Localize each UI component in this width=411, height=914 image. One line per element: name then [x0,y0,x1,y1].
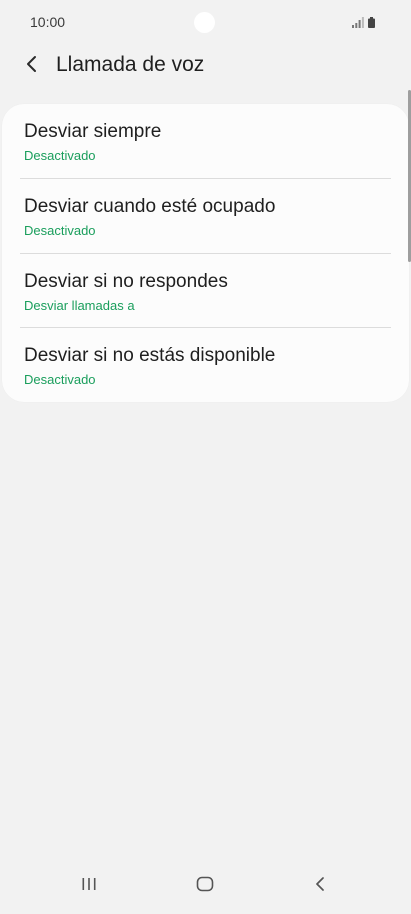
option-forward-unavailable[interactable]: Desviar si no estás disponible Desactiva… [2,328,409,402]
header: Llamada de voz [0,46,411,86]
option-status: Desviar llamadas a [24,298,135,313]
option-title: Desviar cuando esté ocupado [24,196,276,217]
recent-apps-button[interactable] [74,872,104,896]
navigation-bar [0,858,411,914]
page-title: Llamada de voz [56,53,205,76]
signal-icon [352,17,364,28]
status-time: 10:00 [30,14,66,30]
home-button[interactable] [190,872,220,896]
option-forward-no-answer[interactable]: Desviar si no respondes Desviar llamadas… [2,254,409,328]
phone-screen: 10:00 Llamada de voz Desviar siempre Des… [0,0,411,914]
option-title: Desviar si no respondes [24,271,228,292]
status-bar: 10:00 [0,0,411,46]
status-icons [352,14,375,28]
option-title: Desviar si no estás disponible [24,345,276,366]
option-always-forward[interactable]: Desviar siempre Desactivado [2,104,409,178]
option-title: Desviar siempre [24,121,162,142]
camera-cutout [194,12,215,33]
back-icon [316,877,324,891]
option-status: Desactivado [24,372,96,387]
recent-apps-icon [82,878,96,890]
nav-back-button[interactable] [305,872,335,896]
back-button[interactable] [18,50,46,78]
option-status: Desactivado [24,223,96,238]
option-forward-when-busy[interactable]: Desviar cuando esté ocupado Desactivado [2,179,409,253]
battery-icon [368,17,375,28]
option-status: Desactivado [24,148,96,163]
call-forwarding-options-card: Desviar siempre Desactivado Desviar cuan… [2,104,409,402]
home-icon [196,876,214,892]
chevron-left-icon [27,56,36,72]
